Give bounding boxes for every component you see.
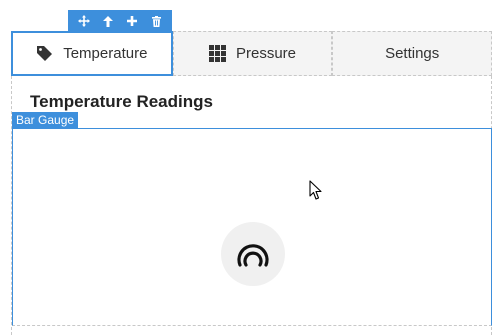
mouse-cursor-icon — [309, 180, 322, 200]
gauge-loading-icon — [237, 244, 269, 267]
tab-temperature[interactable]: Temperature — [11, 31, 173, 76]
bar-gauge-widget[interactable] — [12, 128, 492, 326]
arrow-up-icon — [103, 15, 113, 27]
tag-icon — [36, 45, 53, 62]
loading-indicator — [221, 222, 285, 286]
grid-icon — [208, 45, 226, 62]
move-icon — [78, 15, 90, 27]
trash-icon — [151, 15, 161, 27]
move-button[interactable] — [75, 12, 93, 30]
tab-label: Pressure — [235, 45, 297, 62]
tab-label: Temperature — [63, 45, 148, 62]
tab-pressure[interactable]: Pressure — [172, 31, 333, 76]
tab-settings[interactable]: Settings — [332, 31, 493, 76]
plus-icon — [127, 16, 137, 26]
tab-bar: Temperature Pressure Settings — [11, 31, 493, 76]
add-button[interactable] — [123, 12, 141, 30]
widget-toolbar — [68, 10, 172, 32]
tab-label: Settings — [385, 45, 440, 62]
widget-type-tag[interactable]: Bar Gauge — [12, 112, 79, 128]
panel-title: Temperature Readings — [30, 92, 213, 111]
move-up-button[interactable] — [99, 12, 117, 30]
delete-button[interactable] — [147, 12, 165, 30]
